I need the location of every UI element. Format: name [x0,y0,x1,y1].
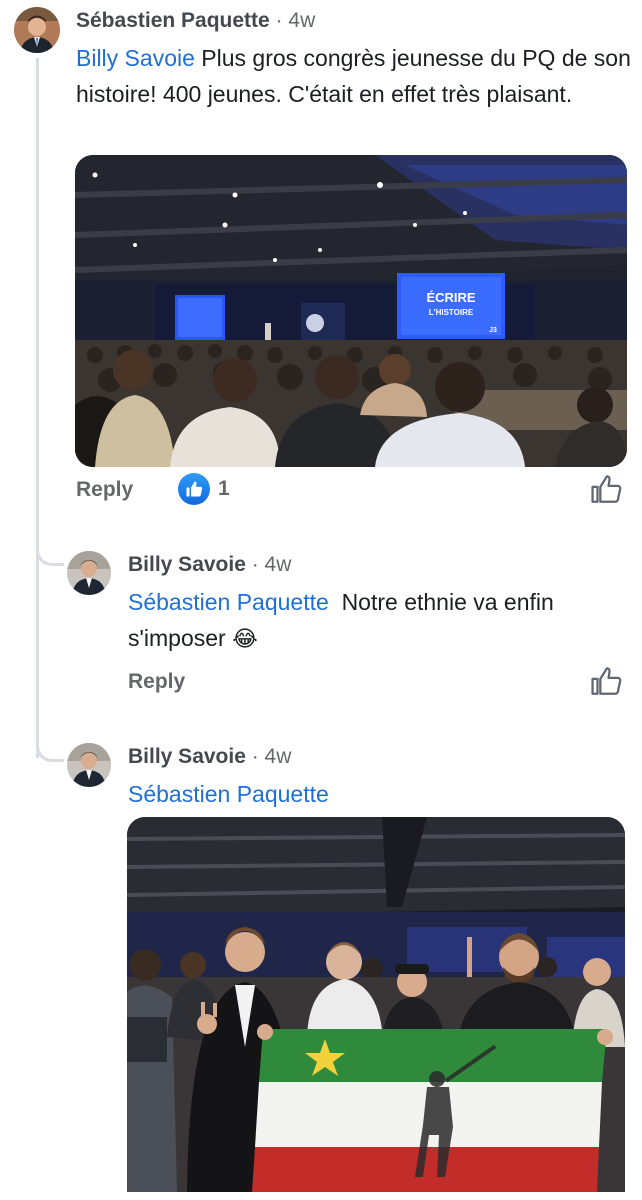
reply-button[interactable]: Reply [128,670,185,694]
comment-timestamp: · 4w [251,745,292,768]
profile-photo [67,743,111,787]
author-name[interactable]: Billy Savoie [128,745,246,768]
screen-headline: ÉCRIRE [426,290,475,305]
flag [252,1029,607,1192]
author-name[interactable]: Sébastien Paquette [76,9,270,32]
comment-author[interactable]: Billy Savoie · 4w [128,553,291,577]
comment-timestamp: · 4w [251,553,292,576]
comment-author[interactable]: Sébastien Paquette · 4w [76,9,315,33]
comment-photo[interactable] [127,817,625,1192]
comment-photo[interactable]: ÉCRIRE L'HISTOIRE J3 [75,155,627,467]
thread-connector-branch [36,712,64,762]
thumbs-up-badge-icon [178,473,210,505]
mention-link[interactable]: Sébastien Paquette [128,589,329,615]
laughing-emoji-icon: 😂 [232,627,258,652]
profile-photo [14,7,60,53]
comment-text: Sébastien Paquette Notre ethnie va enfin… [128,584,608,658]
comment-text: Sébastien Paquette [128,776,608,812]
comment-thread: Sébastien Paquette · 4w Billy Savoie Plu… [0,0,642,1200]
comment-timestamp: · 4w [275,9,316,32]
screen-logo: J3 [489,327,497,334]
avatar[interactable] [67,743,111,787]
avatar[interactable] [14,7,60,53]
thread-connector-branch [36,520,64,566]
group-flag-photo [127,817,625,1192]
screen-subline: L'HISTOIRE [429,308,474,317]
thumbs-up-outline-icon[interactable] [589,472,623,506]
comment-author[interactable]: Billy Savoie · 4w [128,745,291,769]
mention-link[interactable]: Sébastien Paquette [128,781,329,807]
like-summary[interactable]: 1 [178,473,230,505]
comment-text: Billy Savoie Plus gros congrès jeunesse … [76,40,631,112]
like-count: 1 [218,477,230,500]
author-name[interactable]: Billy Savoie [128,553,246,576]
conference-hall-photo: ÉCRIRE L'HISTOIRE J3 [75,155,627,467]
mention-link[interactable]: Billy Savoie [76,45,195,71]
thread-connector-line [36,58,39,758]
avatar[interactable] [67,551,111,595]
reply-button[interactable]: Reply [76,478,133,502]
thumbs-up-outline-icon[interactable] [589,664,623,698]
profile-photo [67,551,111,595]
